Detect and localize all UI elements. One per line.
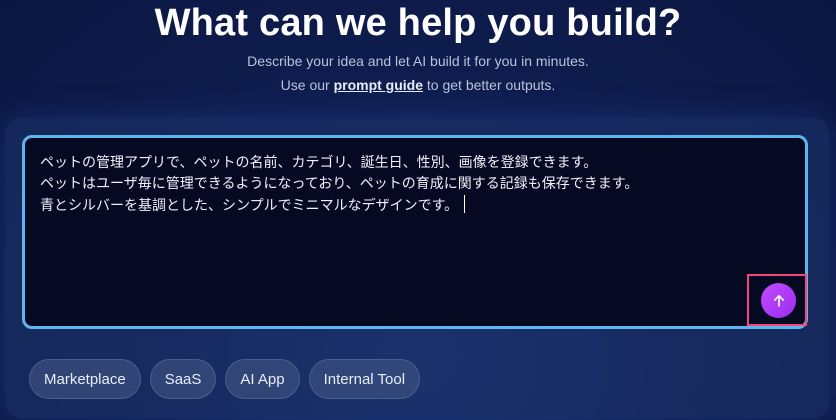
page-subtitle: Describe your idea and let AI build it f… bbox=[247, 53, 589, 69]
chip-saas[interactable]: SaaS bbox=[149, 359, 217, 399]
arrow-up-icon bbox=[773, 294, 784, 307]
page-title: What can we help you build? bbox=[154, 2, 682, 44]
send-button[interactable] bbox=[761, 283, 796, 318]
chip-ai-app[interactable]: AI App bbox=[225, 359, 300, 399]
suggestion-chips: Marketplace SaaS AI App Internal Tool bbox=[29, 359, 421, 399]
chip-internal-tool[interactable]: Internal Tool bbox=[308, 359, 421, 399]
prompt-guide-link[interactable]: prompt guide bbox=[334, 77, 423, 93]
prompt-guide-line: Use our prompt guide to get better outpu… bbox=[0, 77, 836, 93]
chip-marketplace[interactable]: Marketplace bbox=[29, 359, 141, 399]
text-caret bbox=[464, 195, 466, 213]
guide-suffix: to get better outputs. bbox=[423, 77, 556, 93]
prompt-text[interactable]: ペットの管理アプリで、ペットの名前、カテゴリ、誕生日、性別、画像を登録できます。… bbox=[40, 153, 745, 217]
prompt-input[interactable]: ペットの管理アプリで、ペットの名前、カテゴリ、誕生日、性別、画像を登録できます。… bbox=[22, 135, 808, 329]
guide-prefix: Use our bbox=[280, 77, 334, 93]
